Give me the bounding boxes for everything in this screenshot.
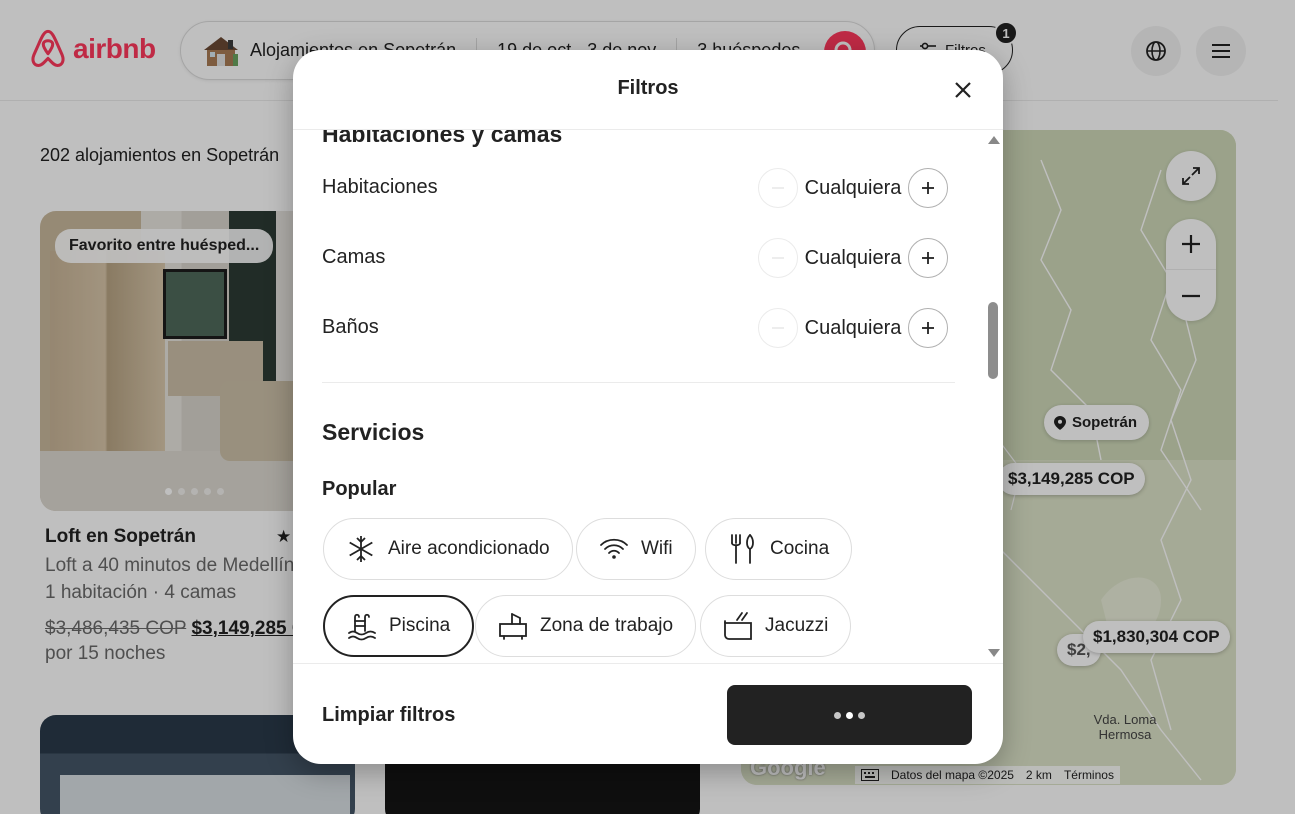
bedrooms-stepper: Cualquiera	[758, 168, 948, 208]
plus-icon	[922, 322, 934, 334]
kitchen-icon	[731, 534, 754, 564]
amenity-chip-workspace[interactable]: Zona de trabajo	[475, 595, 697, 657]
scrollbar-thumb[interactable]	[988, 302, 998, 379]
amenity-chip-jacuzzi[interactable]: Jacuzzi	[700, 595, 852, 657]
decrease-button[interactable]	[758, 238, 798, 278]
close-icon[interactable]	[953, 80, 973, 100]
bedrooms-label: Habitaciones	[322, 176, 438, 198]
scroll-up-arrow-icon[interactable]	[988, 136, 1000, 144]
loading-dot	[858, 711, 865, 719]
amenities-section-heading: Servicios	[322, 419, 425, 445]
clear-filters-link[interactable]: Limpiar filtros	[322, 704, 455, 727]
snowflake-icon	[349, 536, 373, 562]
beds-label: Camas	[322, 246, 386, 268]
bathrooms-label: Baños	[322, 316, 379, 338]
chip-label: Piscina	[389, 615, 451, 636]
amenity-chip-kitchen[interactable]: Cocina	[705, 518, 853, 580]
modal-title: Filtros	[617, 77, 679, 99]
decrease-button[interactable]	[758, 168, 798, 208]
plus-icon	[922, 252, 934, 264]
stepper-value: Cualquiera	[804, 176, 902, 199]
chip-label: Jacuzzi	[765, 615, 829, 636]
popular-subheading: Popular	[322, 478, 397, 500]
minus-icon	[772, 327, 784, 329]
increase-button[interactable]	[908, 308, 948, 348]
scroll-down-arrow-icon[interactable]	[988, 649, 1000, 657]
chip-label: Wifi	[641, 538, 673, 559]
show-results-button[interactable]	[727, 685, 972, 745]
modal-body[interactable]: Habitaciones y camas Habitaciones Cualqu…	[293, 130, 1003, 663]
jacuzzi-icon	[724, 612, 752, 640]
modal-scrollbar[interactable]	[986, 130, 1000, 663]
pool-icon	[348, 613, 376, 641]
loading-dot	[846, 711, 853, 719]
modal-footer: Limpiar filtros	[293, 663, 1003, 764]
bathrooms-stepper: Cualquiera	[758, 308, 948, 348]
amenity-chip-pool[interactable]: Piscina	[323, 595, 475, 657]
modal-header: Filtros	[293, 50, 1003, 130]
increase-button[interactable]	[908, 168, 948, 208]
beds-stepper: Cualquiera	[758, 238, 948, 278]
section-divider	[322, 382, 955, 383]
amenity-chip-air-conditioning[interactable]: Aire acondicionado	[323, 518, 573, 580]
stepper-value: Cualquiera	[804, 246, 902, 269]
plus-icon	[922, 182, 934, 194]
rooms-section-heading: Habitaciones y camas	[322, 130, 563, 147]
wifi-icon	[600, 538, 628, 559]
workspace-icon	[499, 613, 527, 640]
increase-button[interactable]	[908, 238, 948, 278]
minus-icon	[772, 257, 784, 259]
amenity-chip-wifi[interactable]: Wifi	[576, 518, 696, 580]
loading-dot	[834, 711, 841, 719]
stepper-value: Cualquiera	[804, 316, 902, 339]
decrease-button[interactable]	[758, 308, 798, 348]
chip-label: Zona de trabajo	[540, 615, 674, 636]
chip-label: Aire acondicionado	[388, 538, 550, 559]
minus-icon	[772, 187, 784, 189]
chip-label: Cocina	[770, 538, 830, 559]
filters-modal: Filtros Habitaciones y camas Habitacione…	[293, 50, 1003, 764]
